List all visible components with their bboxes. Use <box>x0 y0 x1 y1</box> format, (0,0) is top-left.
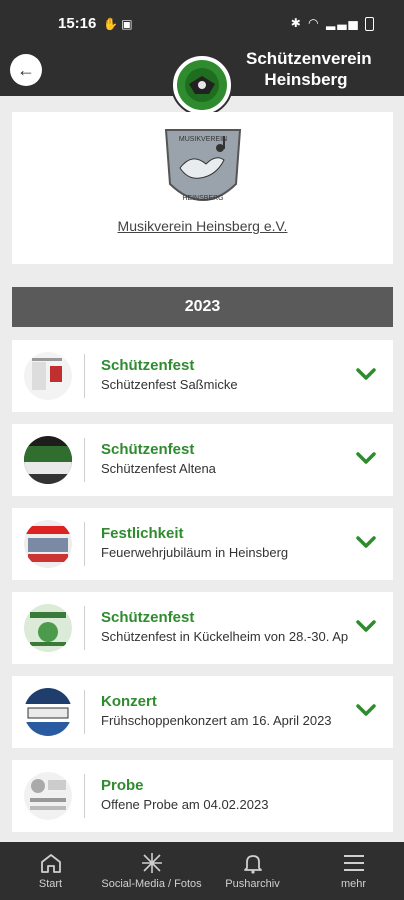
home-icon <box>40 854 61 873</box>
chevron-down-icon[interactable] <box>355 449 377 467</box>
event-title: Schützenfest <box>101 609 195 626</box>
chevron-down-icon[interactable] <box>355 533 377 551</box>
event-subtitle: Schützenfest in Kückelheim von 28.-30. A… <box>101 629 349 644</box>
nav-label: Social-Media / Fotos <box>101 878 202 890</box>
event-subtitle: Schützenfest Altena <box>101 461 216 476</box>
event-item[interactable]: Schützenfest Schützenfest Saßmicke <box>12 340 393 412</box>
chevron-down-icon[interactable] <box>355 701 377 719</box>
nav-social-media[interactable]: Social-Media / Fotos <box>101 842 202 900</box>
nav-label: Pusharchiv <box>225 878 280 890</box>
system-icons: ✱ ◠ ▂▃▅ <box>291 16 374 31</box>
event-item[interactable]: Konzert Frühschoppenkonzert am 16. April… <box>12 676 393 748</box>
menu-icon <box>343 855 364 871</box>
bottom-navigation: Start Social-Media / Fotos Pusharchiv me… <box>0 842 404 900</box>
logo-text-bottom: HEINSBERG <box>182 195 223 202</box>
event-subtitle: Schützenfest Saßmicke <box>101 377 238 392</box>
nav-more[interactable]: mehr <box>303 842 404 900</box>
status-bar: 15:16 ✋ ▣ ✱ ◠ ▂▃▅ <box>0 0 404 48</box>
event-thumbnail <box>24 688 72 736</box>
organization-card: MUSIKVEREIN HEINSBERG Musikverein Heinsb… <box>12 112 393 264</box>
battery-icon <box>365 16 374 31</box>
event-item[interactable]: Probe Offene Probe am 04.02.2023 <box>12 760 393 832</box>
event-item[interactable]: Schützenfest Schützenfest in Kückelheim … <box>12 592 393 664</box>
event-item[interactable]: Festlichkeit Feuerwehrjubiläum in Heinsb… <box>12 508 393 580</box>
event-title: Schützenfest <box>101 357 195 374</box>
event-subtitle: Offene Probe am 04.02.2023 <box>101 797 269 812</box>
event-title: Konzert <box>101 693 157 710</box>
event-divider <box>84 606 85 650</box>
event-item[interactable]: Schützenfest Schützenfest Altena <box>12 424 393 496</box>
nav-start[interactable]: Start <box>0 842 101 900</box>
event-title: Probe <box>101 777 144 794</box>
logo-text-top: MUSIKVEREIN <box>179 136 227 143</box>
header-title-line1: Schützenverein <box>246 49 372 68</box>
bell-icon <box>243 855 262 874</box>
header-title: Schützenverein Heinsberg <box>246 48 372 90</box>
nav-label: Start <box>38 878 63 890</box>
app-header: 15:16 ✋ ▣ ✱ ◠ ▂▃▅ ← Schützenverein Heins… <box>0 0 404 116</box>
header-title-line2: Heinsberg <box>264 70 348 89</box>
club-logo <box>171 54 233 116</box>
social-icon <box>141 853 162 873</box>
arrow-left-icon: ← <box>17 59 35 80</box>
event-subtitle: Feuerwehrjubiläum in Heinsberg <box>101 545 289 560</box>
event-divider <box>84 438 85 482</box>
event-thumbnail <box>24 772 72 820</box>
event-thumbnail <box>24 352 72 400</box>
event-thumbnail <box>24 604 72 652</box>
event-thumbnail <box>24 436 72 484</box>
club-logo-icon <box>177 60 227 110</box>
back-button[interactable]: ← <box>10 54 42 86</box>
notification-icons: ✋ ▣ <box>103 17 133 31</box>
event-title: Festlichkeit <box>101 525 184 542</box>
event-divider <box>84 690 85 734</box>
organization-link[interactable]: Musikverein Heinsberg e.V. <box>12 218 393 234</box>
status-time: 15:16 <box>58 15 97 32</box>
event-divider <box>84 522 85 566</box>
event-title: Schützenfest <box>101 441 195 458</box>
event-thumbnail <box>24 520 72 568</box>
event-divider <box>84 354 85 398</box>
nav-pusharchiv[interactable]: Pusharchiv <box>202 842 303 900</box>
event-divider <box>84 774 85 818</box>
chevron-down-icon[interactable] <box>355 365 377 383</box>
nav-label: mehr <box>340 878 367 890</box>
event-subtitle: Frühschoppenkonzert am 16. April 2023 <box>101 713 332 728</box>
musikverein-logo: MUSIKVEREIN HEINSBERG <box>164 129 242 202</box>
year-header: 2023 <box>12 287 393 327</box>
chevron-down-icon[interactable] <box>355 617 377 635</box>
